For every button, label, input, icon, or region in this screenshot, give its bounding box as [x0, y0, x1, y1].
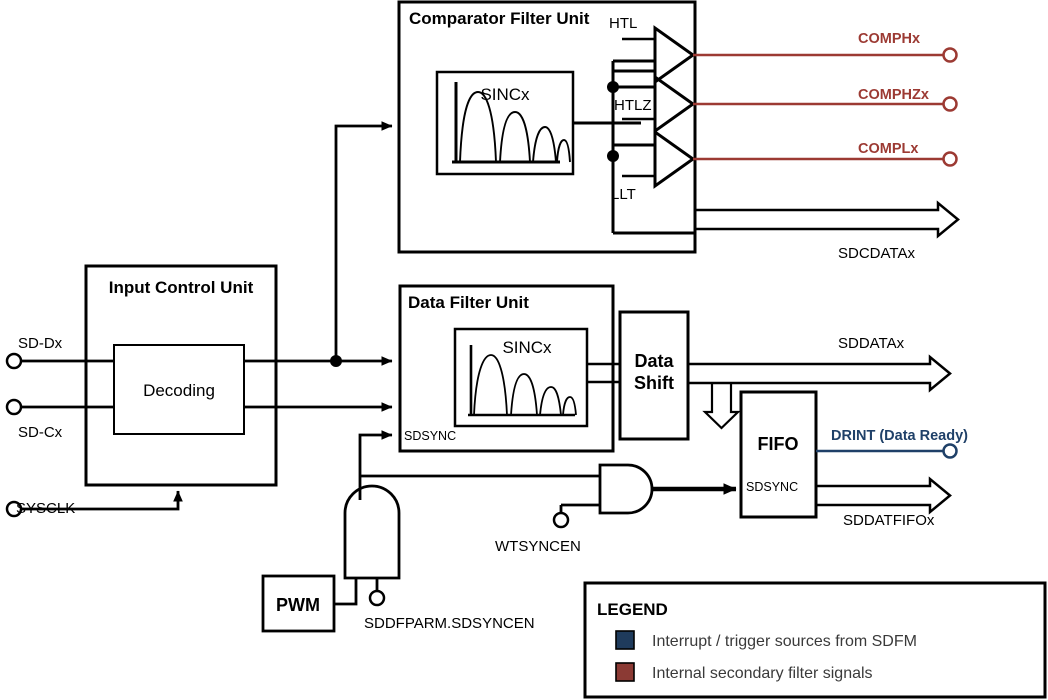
- shift-to-fifo-bus: [702, 383, 741, 430]
- comphx-label: COMPHx: [858, 31, 920, 47]
- junction-dot-llt: [607, 150, 619, 162]
- and-gate-sdsyncen-body: [343, 484, 401, 580]
- input-control-unit: Input Control Unit Decoding: [84, 264, 278, 487]
- sdcdatax-bus: SDCDATAx: [695, 200, 960, 262]
- wtsyncen-label: WTSYNCEN: [495, 538, 581, 555]
- fifo-block: FIFO SDSYNC: [739, 390, 818, 519]
- sdcdatax-label: SDCDATAx: [838, 245, 915, 262]
- sddatfifox-bus: SDDATFIFOx: [816, 476, 952, 529]
- legend-swatch-interrupt: [615, 630, 635, 650]
- data-shift-label-line1: Data: [634, 351, 674, 371]
- sddatax-label: SDDATAx: [838, 335, 905, 352]
- sddatfifox-label: SDDATFIFOx: [843, 512, 935, 529]
- sdfm-block-diagram: Comparator Filter Unit SINCx HTL HTLZ LL…: [0, 0, 1048, 700]
- data-shift-label-line2: Shift: [634, 373, 674, 393]
- comparator-filter-unit: Comparator Filter Unit SINCx HTL HTLZ LL…: [397, 0, 697, 254]
- and-gate-sdsyncen: SDDFPARM.SDSYNCEN: [333, 430, 600, 632]
- drint-terminal[interactable]: [942, 443, 958, 459]
- fifo-label: FIFO: [758, 434, 799, 454]
- drint-output: DRINT (Data Ready): [816, 428, 968, 459]
- sddfparm-sdsyncen-label: SDDFPARM.SDSYNCEN: [364, 615, 535, 632]
- sd-cx-label: SD-Cx: [18, 424, 63, 441]
- comphzx-terminal[interactable]: [942, 96, 958, 112]
- junction-dot-comparator-feed: [330, 355, 342, 367]
- llt-label: LLT: [611, 186, 636, 203]
- fifo-sdsync-label: SDSYNC: [746, 480, 798, 494]
- sincx-comparator-block: SINCx: [435, 70, 575, 176]
- and-gate-wtsyncen: WTSYNCEN: [495, 463, 737, 555]
- comphx-terminal[interactable]: [942, 47, 958, 63]
- sd-dx-label: SD-Dx: [18, 335, 63, 352]
- data-filter-sdsync-label: SDSYNC: [404, 429, 456, 443]
- sincx-data-label: SINCx: [502, 338, 552, 357]
- data-filter-unit-title: Data Filter Unit: [408, 293, 529, 312]
- sd-cx-terminal[interactable]: [5, 398, 23, 416]
- legend-swatch-secondary: [615, 662, 635, 682]
- input-control-unit-title: Input Control Unit: [109, 278, 254, 297]
- fifo-box: [739, 390, 818, 519]
- comparator-output-signals: COMPHx COMPHZx COMPLx: [693, 31, 958, 167]
- sd-dx-terminal[interactable]: [5, 352, 23, 370]
- legend-title: LEGEND: [597, 600, 668, 619]
- legend-label-interrupt: Interrupt / trigger sources from SDFM: [652, 633, 917, 650]
- htlz-label: HTLZ: [614, 97, 652, 114]
- comphzx-label: COMPHZx: [858, 87, 929, 103]
- drint-label: DRINT (Data Ready): [831, 428, 968, 444]
- wtsyncen-terminal[interactable]: [552, 511, 570, 529]
- complx-terminal[interactable]: [942, 151, 958, 167]
- pwm-label: PWM: [276, 595, 320, 615]
- complx-label: COMPLx: [858, 141, 918, 157]
- comparator-feed-wire: [334, 121, 393, 361]
- and-gate-wtsyncen-body: [598, 463, 654, 515]
- legend-label-secondary: Internal secondary filter signals: [652, 665, 873, 682]
- sddatax-bus: SDDATAx: [688, 335, 952, 393]
- pwm-to-and-wire: [333, 578, 358, 606]
- sddfparm-sdsyncen-terminal[interactable]: [368, 589, 386, 607]
- sincx-data-block: SINCx: [453, 327, 589, 428]
- data-filter-unit: Data Filter Unit SDSYNC SINCx: [398, 284, 615, 453]
- sysclk-label: SYSCLK: [16, 500, 75, 517]
- comparator-filter-unit-title: Comparator Filter Unit: [409, 9, 590, 28]
- legend: LEGEND Interrupt / trigger sources from …: [583, 581, 1047, 699]
- decoding-label: Decoding: [143, 381, 215, 400]
- htl-label: HTL: [609, 15, 637, 32]
- pwm-block: PWM: [261, 574, 336, 633]
